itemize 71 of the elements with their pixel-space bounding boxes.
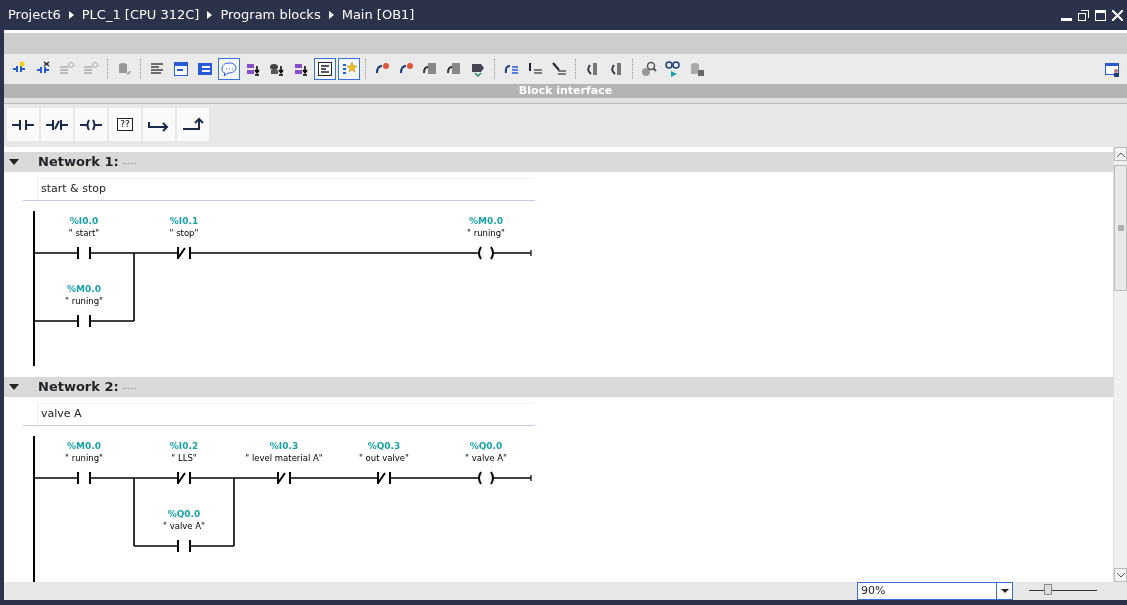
- coil: [478, 246, 494, 260]
- collapse-triangle-icon[interactable]: [9, 159, 19, 165]
- comment-icon[interactable]: [218, 58, 240, 80]
- wire: [33, 252, 79, 254]
- operand-address: %Q0.3: [367, 441, 401, 451]
- coil-icon[interactable]: [75, 108, 107, 141]
- network-comment[interactable]: start & stop: [37, 178, 535, 200]
- operand-symbol: " runing": [65, 453, 103, 463]
- operand-symbol: " stop": [169, 228, 199, 238]
- operand-symbol: " out valve": [359, 453, 409, 463]
- wire: [493, 477, 532, 479]
- breadcrumb-arrow-icon: [328, 11, 334, 19]
- normally-closed-contact: [177, 471, 191, 485]
- normally-open-contact: [77, 246, 91, 260]
- vertical-scrollbar[interactable]: [1113, 147, 1127, 582]
- collapse-triangle-icon[interactable]: [9, 384, 19, 390]
- network-comment[interactable]: valve A: [37, 403, 535, 425]
- normally-open-contact: [77, 471, 91, 485]
- scroll-down-icon[interactable]: [1114, 568, 1127, 582]
- slider-thumb[interactable]: [1044, 584, 1053, 595]
- operand-address: %M0.0: [469, 216, 503, 226]
- operand-address: %M0.0: [67, 441, 101, 451]
- zoom-slider[interactable]: [1029, 584, 1097, 598]
- operand-address: %Q0.0: [167, 509, 201, 519]
- network-title: Network 1:: [38, 153, 120, 172]
- rung-end-mark: [530, 474, 532, 482]
- rung-end-mark: [530, 249, 532, 257]
- normally-closed-contact-icon[interactable]: [41, 108, 73, 141]
- breadcrumb-link[interactable]: Program blocks: [220, 5, 321, 25]
- operand-address: %M0.0: [67, 284, 101, 294]
- operand-address: %I0.3: [269, 441, 299, 451]
- breadcrumb-link[interactable]: PLC_1 [CPU 312C]: [81, 5, 200, 25]
- operand-address: %Q0.0: [469, 441, 503, 451]
- maximize-icon[interactable]: [1095, 9, 1106, 21]
- operand-symbol: " level material A": [245, 453, 323, 463]
- network-header[interactable]: Network 2: .....: [4, 377, 1113, 397]
- list-icon[interactable]: [314, 58, 336, 80]
- network-header[interactable]: Network 1: .....: [4, 152, 1113, 172]
- star-list-icon[interactable]: [338, 58, 360, 80]
- operand-address: %I0.1: [169, 216, 199, 226]
- normally-open-contact-icon[interactable]: [7, 108, 39, 141]
- operand-address: %I0.0: [69, 216, 99, 226]
- scroll-thumb[interactable]: [1114, 165, 1127, 291]
- operand-symbol: " runing": [467, 228, 505, 238]
- breadcrumb-arrow-icon: [207, 11, 213, 19]
- operand-symbol: " start": [68, 228, 100, 238]
- close-icon[interactable]: [1112, 9, 1123, 21]
- empty-box-button[interactable]: ??: [109, 108, 141, 141]
- dropdown-caret-icon[interactable]: [1000, 589, 1009, 593]
- close-branch-icon[interactable]: [177, 108, 209, 141]
- operand-symbol: " valve A": [465, 453, 507, 463]
- scroll-up-icon[interactable]: [1114, 147, 1127, 161]
- breadcrumb-link[interactable]: Project6: [8, 5, 61, 25]
- normally-open-contact: [177, 539, 191, 553]
- zoom-dropdown[interactable]: 90%: [857, 582, 1013, 600]
- wire: [33, 320, 79, 322]
- operand-symbol: " valve A": [163, 521, 205, 531]
- restore-icon[interactable]: [1078, 9, 1089, 21]
- normally-closed-contact: [177, 246, 191, 260]
- normally-closed-contact: [277, 471, 291, 485]
- normally-closed-contact: [377, 471, 391, 485]
- normally-open-contact: [77, 314, 91, 328]
- network-title: Network 2:: [38, 378, 120, 397]
- operand-symbol: " runing": [65, 296, 103, 306]
- coil: [478, 471, 494, 485]
- breadcrumb-link[interactable]: Main [OB1]: [341, 5, 415, 25]
- operand-address: %I0.2: [169, 441, 199, 451]
- wire: [33, 477, 79, 479]
- operand-symbol: " LLS": [171, 453, 197, 463]
- wire: [493, 252, 532, 254]
- breadcrumb-arrow-icon: [68, 11, 74, 19]
